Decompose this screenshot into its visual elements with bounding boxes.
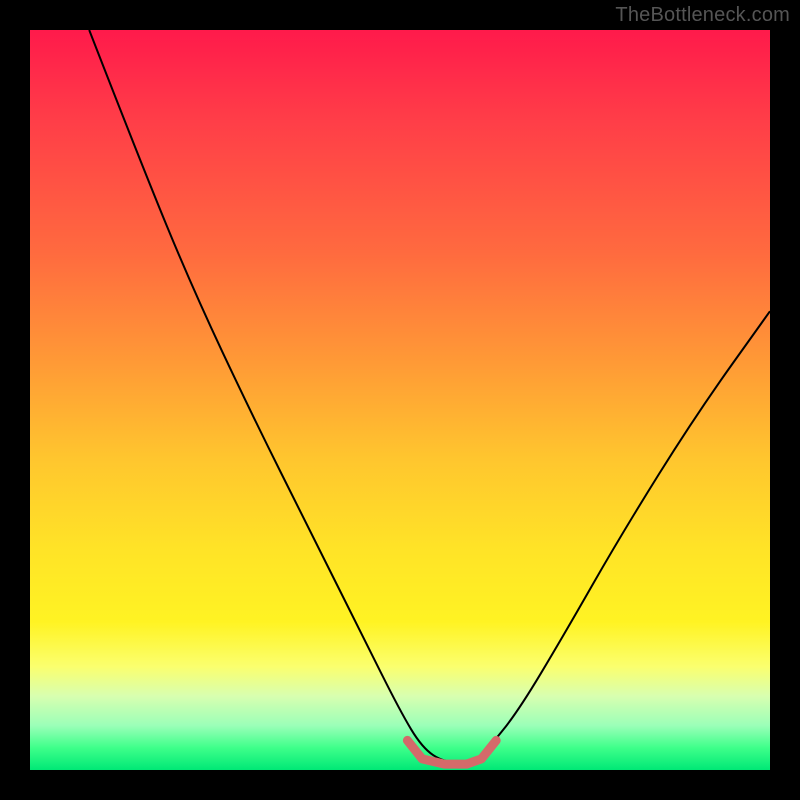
chart-frame: TheBottleneck.com [0, 0, 800, 800]
bottleneck-curve [89, 30, 770, 763]
watermark-text: TheBottleneck.com [615, 4, 790, 27]
plot-area [30, 30, 770, 770]
curve-overlay [30, 30, 770, 770]
